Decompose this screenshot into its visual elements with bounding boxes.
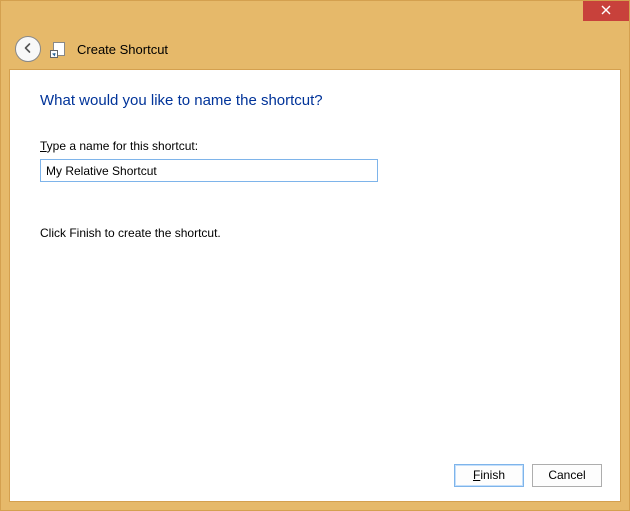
hint-text: Click Finish to create the shortcut. bbox=[40, 226, 590, 240]
back-button[interactable] bbox=[15, 36, 41, 62]
main-heading: What would you like to name the shortcut… bbox=[40, 92, 590, 109]
back-arrow-icon bbox=[22, 42, 34, 57]
window-title: Create Shortcut bbox=[77, 42, 168, 57]
wizard-window: Create Shortcut What would you like to n… bbox=[0, 0, 630, 511]
shortcut-name-input[interactable] bbox=[40, 159, 378, 182]
close-icon bbox=[601, 4, 611, 18]
button-row: Finish Cancel bbox=[454, 464, 602, 487]
titlebar bbox=[1, 1, 629, 29]
name-field-label: Type a name for this shortcut: bbox=[40, 139, 590, 153]
finish-button[interactable]: Finish bbox=[454, 464, 524, 487]
content-area: What would you like to name the shortcut… bbox=[9, 69, 621, 502]
header-row: Create Shortcut bbox=[1, 29, 629, 69]
close-button[interactable] bbox=[583, 1, 629, 21]
cancel-button[interactable]: Cancel bbox=[532, 464, 602, 487]
shortcut-icon bbox=[51, 41, 67, 57]
